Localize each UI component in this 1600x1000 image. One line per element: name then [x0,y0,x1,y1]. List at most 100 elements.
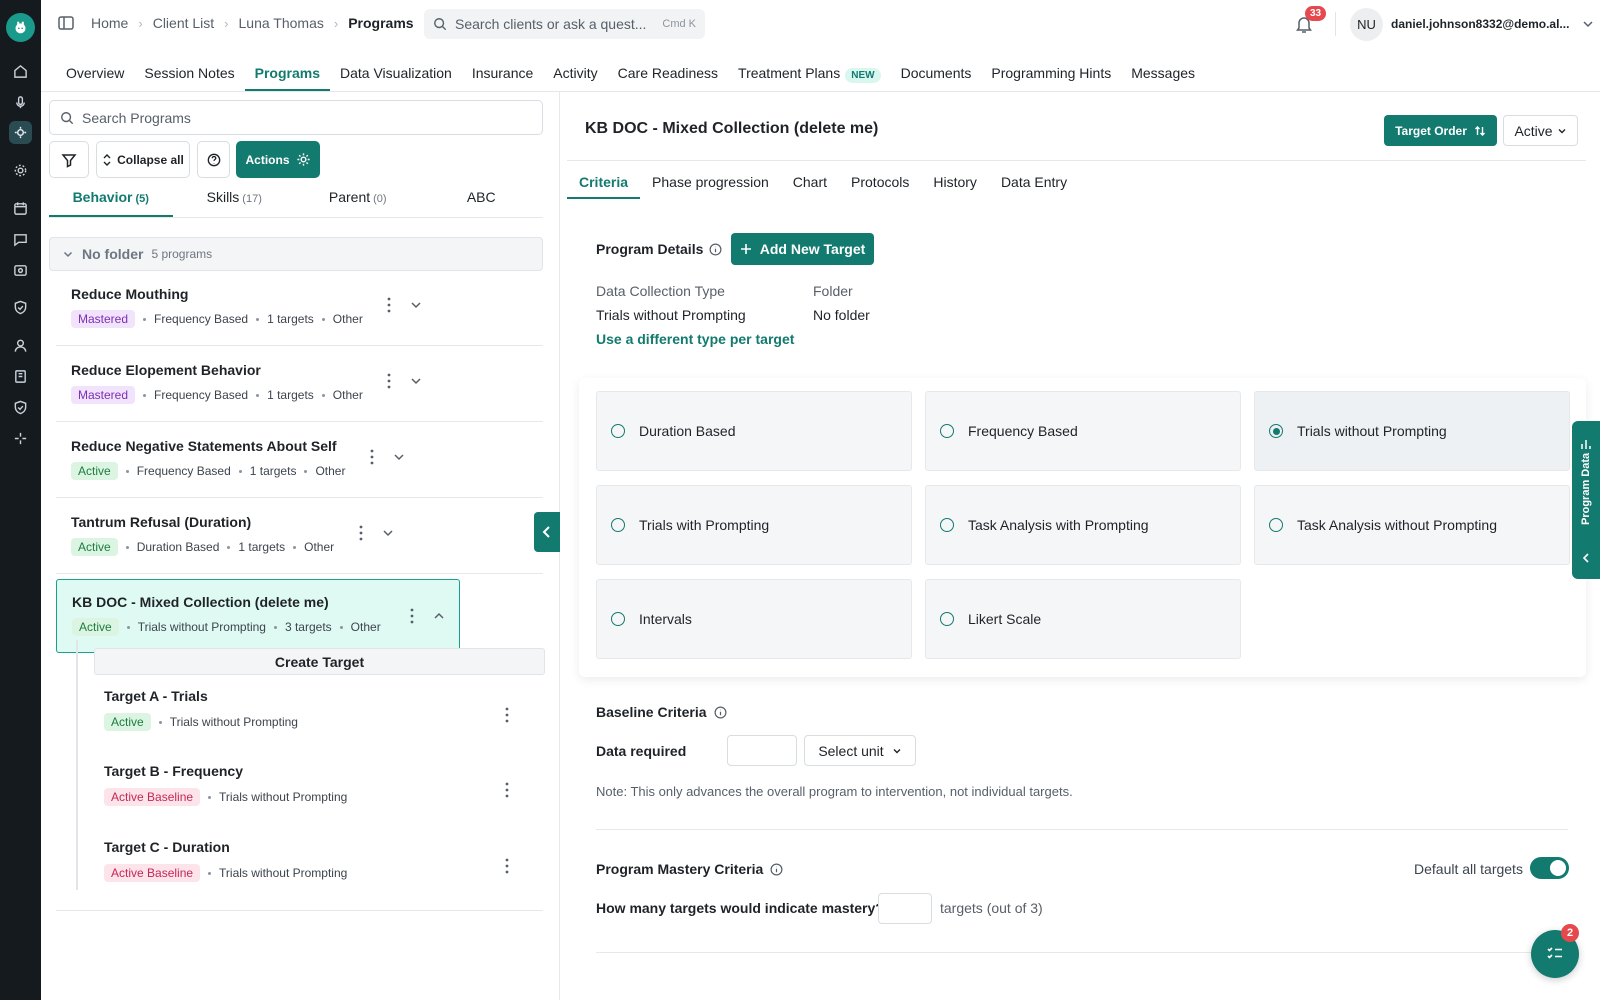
folder-header[interactable]: No folder 5 programs [49,237,543,271]
app-logo[interactable] [6,13,35,42]
info-icon[interactable] [714,706,727,719]
default-all-targets-label: Default all targets [1414,861,1523,877]
help-button[interactable] [197,141,230,178]
user-icon[interactable] [9,334,32,357]
programs-nav-icon[interactable] [9,121,32,144]
tab-skills[interactable]: Skills (17) [173,185,297,217]
tab-care-readiness[interactable]: Care Readiness [608,58,728,91]
kebab-menu-icon[interactable] [500,706,514,724]
collapse-panel-button[interactable] [534,512,560,552]
kebab-menu-icon[interactable] [500,857,514,875]
collapse-all-button[interactable]: Collapse all [96,141,190,178]
tab-phase-progression[interactable]: Phase progression [640,166,781,199]
option-intervals[interactable]: Intervals [596,579,912,659]
chevron-down-icon [1558,128,1566,133]
info-icon[interactable] [770,863,783,876]
target-order-button[interactable]: Target Order [1384,115,1497,146]
breadcrumb-client[interactable]: Luna Thomas [239,15,324,31]
status-select[interactable]: Active [1503,115,1578,146]
tab-messages[interactable]: Messages [1121,58,1205,91]
option-trials-without-prompting[interactable]: Trials without Prompting [1254,391,1570,471]
chat-icon[interactable] [9,228,32,251]
tab-programs[interactable]: Programs [244,58,330,91]
different-type-link[interactable]: Use a different type per target [596,331,794,347]
tab-behavior[interactable]: Behavior (5) [49,185,173,217]
chevron-down-icon[interactable] [1581,17,1595,31]
program-data-side-tab[interactable]: Program Data [1572,421,1600,579]
program-type: Duration Based [136,540,220,554]
tab-criteria[interactable]: Criteria [567,166,641,199]
sidebar-toggle-icon[interactable] [57,14,75,32]
notifications-button[interactable]: 33 [1294,6,1327,34]
target-item[interactable]: Target A - Trials Active Trials without … [88,680,545,752]
task-list-fab[interactable]: 2 [1531,924,1579,978]
tab-protocols[interactable]: Protocols [839,166,921,199]
tab-parent[interactable]: Parent (0) [296,185,420,217]
tab-overview[interactable]: Overview [56,58,134,91]
breadcrumb-home[interactable]: Home [91,15,128,31]
mastery-targets-input[interactable] [878,893,932,924]
kebab-menu-icon[interactable] [405,607,419,625]
tab-documents[interactable]: Documents [891,58,982,91]
calendar-icon[interactable] [9,197,32,220]
chevron-up-icon[interactable] [432,609,446,623]
security-shield-icon[interactable] [9,396,32,419]
billing-icon[interactable] [9,259,32,282]
info-icon[interactable] [709,243,722,256]
tab-activity[interactable]: Activity [543,58,607,91]
folder-label: Folder [813,283,853,299]
chevron-down-icon[interactable] [381,526,395,540]
settings-gear-icon[interactable] [9,159,32,182]
tab-session-notes[interactable]: Session Notes [134,58,244,91]
kebab-menu-icon[interactable] [382,296,396,314]
program-item[interactable]: Reduce Elopement Behavior Mastered Frequ… [56,348,543,422]
program-item[interactable]: Tantrum Refusal (Duration) Active Durati… [56,500,543,574]
option-likert-scale[interactable]: Likert Scale [925,579,1241,659]
program-item[interactable]: Reduce Negative Statements About Self Ac… [56,424,543,498]
unit-select[interactable]: Select unit [804,735,916,766]
book-icon[interactable] [9,365,32,388]
default-all-targets-toggle[interactable] [1530,857,1569,879]
kebab-menu-icon[interactable] [354,524,368,542]
option-task-analysis-without-prompting[interactable]: Task Analysis without Prompting [1254,485,1570,565]
user-email[interactable]: daniel.johnson8332@demo.al... [1391,17,1571,31]
program-meta: Active Duration Based 1 targets Other [71,538,334,556]
create-target-button[interactable]: Create Target [94,648,545,675]
option-frequency-based[interactable]: Frequency Based [925,391,1241,471]
home-icon[interactable] [9,60,32,83]
status-select-value: Active [1514,122,1553,139]
program-search-input[interactable]: Search Programs [49,100,543,135]
actions-button[interactable]: Actions [236,141,320,178]
chevron-down-icon[interactable] [392,450,406,464]
kebab-menu-icon[interactable] [500,781,514,799]
tab-data-visualization[interactable]: Data Visualization [330,58,462,91]
sparkle-icon[interactable] [9,427,32,450]
mastery-question: How many targets would indicate mastery? [596,900,884,916]
data-required-input[interactable] [727,735,797,766]
chevron-down-icon[interactable] [409,374,423,388]
tab-abc[interactable]: ABC [420,185,544,217]
avatar[interactable]: NU [1350,8,1383,41]
program-item[interactable]: Reduce Mouthing Mastered Frequency Based… [56,272,543,346]
program-targets: 1 targets [238,540,286,554]
option-task-analysis-with-prompting[interactable]: Task Analysis with Prompting [925,485,1241,565]
target-item[interactable]: Target B - Frequency Active Baseline Tri… [88,755,545,827]
tab-programming-hints[interactable]: Programming Hints [981,58,1121,91]
tab-data-entry[interactable]: Data Entry [989,166,1079,199]
filter-button[interactable] [49,141,89,178]
target-item[interactable]: Target C - Duration Active Baseline Tria… [88,831,545,903]
option-duration-based[interactable]: Duration Based [596,391,912,471]
microphone-icon[interactable] [9,91,32,114]
breadcrumb-client-list[interactable]: Client List [153,15,214,31]
tab-history[interactable]: History [921,166,989,199]
tab-chart[interactable]: Chart [781,166,839,199]
kebab-menu-icon[interactable] [365,448,379,466]
tab-insurance[interactable]: Insurance [462,58,543,91]
add-new-target-button[interactable]: Add New Target [731,233,874,265]
tab-treatment-plans[interactable]: Treatment Plans NEW [728,58,891,91]
option-trials-with-prompting[interactable]: Trials with Prompting [596,485,912,565]
global-search[interactable]: Search clients or ask a quest... Cmd K [424,9,705,39]
chevron-down-icon[interactable] [409,298,423,312]
kebab-menu-icon[interactable] [382,372,396,390]
shield-icon[interactable] [9,296,32,319]
